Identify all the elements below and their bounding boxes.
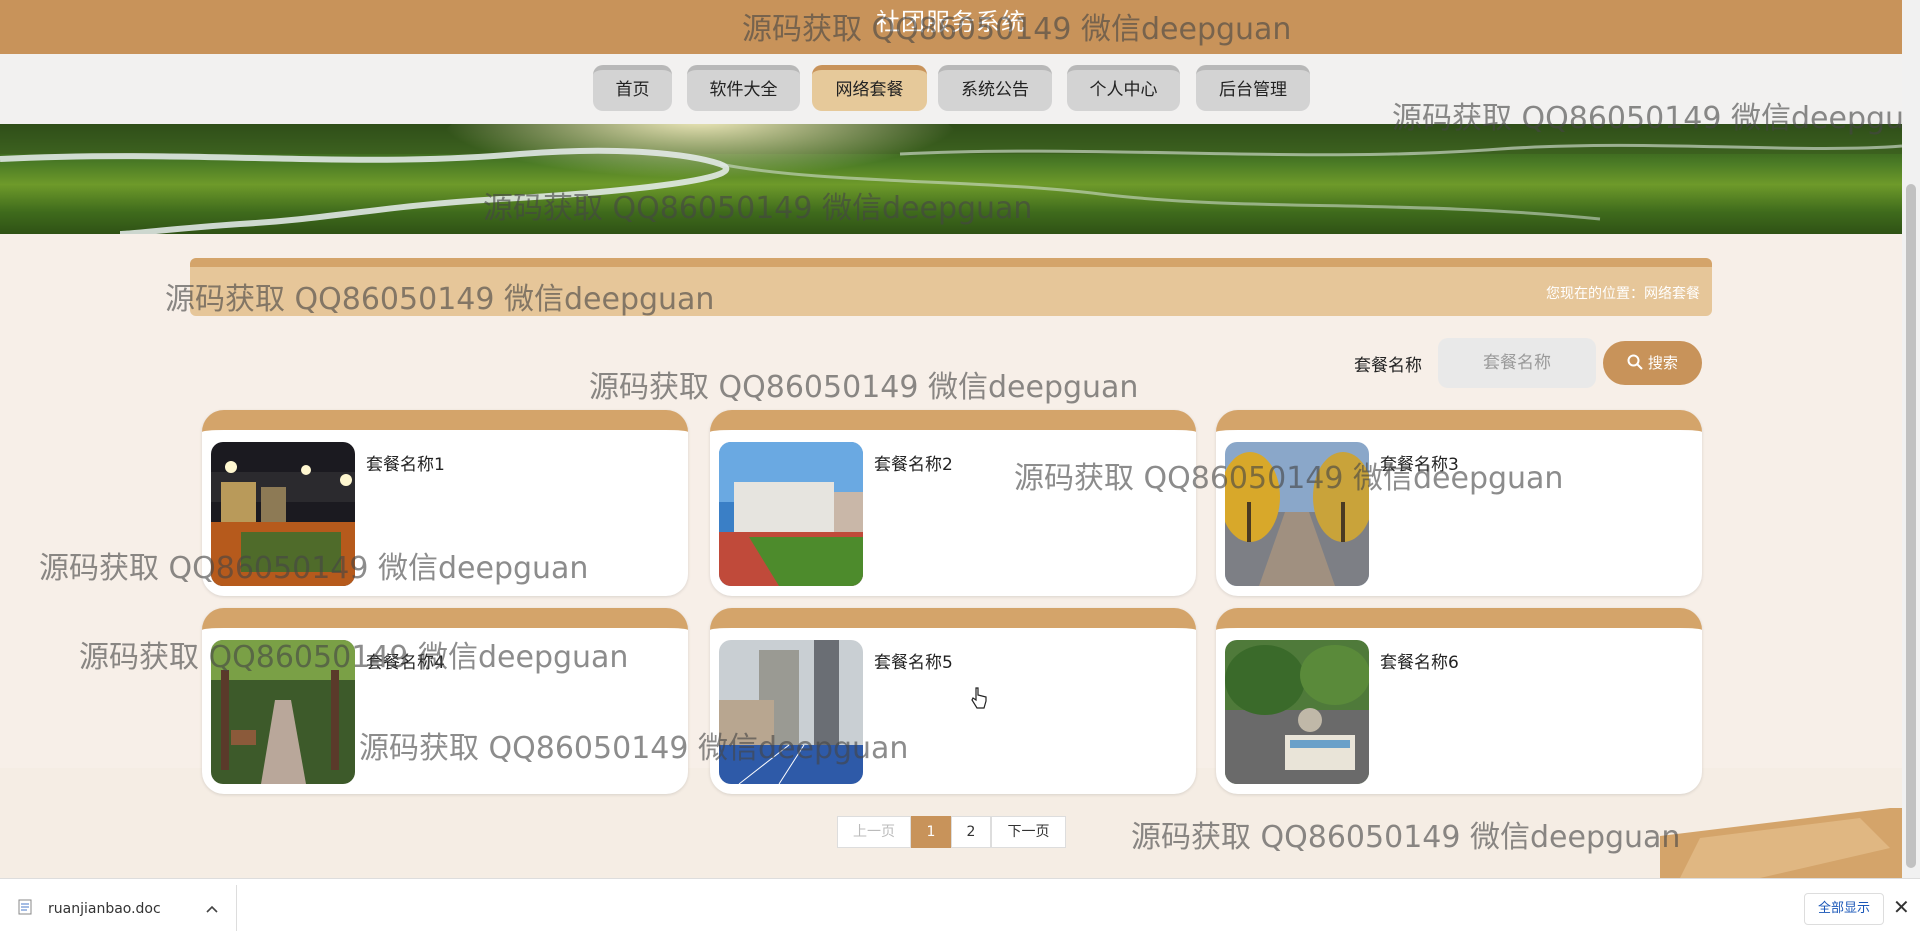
close-icon[interactable]: ✕ [1893, 895, 1910, 919]
pagination-page-2[interactable]: 2 [951, 816, 991, 848]
watermark: 源码获取 QQ86050149 微信deepguan [359, 731, 909, 766]
nav-announcements[interactable]: 系统公告 [938, 65, 1052, 111]
package-card[interactable]: 套餐名称6 [1216, 608, 1702, 794]
watermark: 源码获取 QQ86050149 微信deepguan [79, 640, 629, 675]
nav-software[interactable]: 软件大全 [687, 65, 800, 111]
watermark: 源码获取 QQ86050149 微信deepguan [483, 191, 1033, 226]
package-image[interactable] [719, 442, 863, 586]
scrollbar[interactable] [1902, 0, 1920, 878]
nav-admin[interactable]: 后台管理 [1196, 65, 1310, 111]
scrollbar-thumb[interactable] [1906, 184, 1916, 868]
chevron-up-icon[interactable] [206, 899, 218, 918]
pagination-next[interactable]: 下一页 [991, 816, 1066, 848]
breadcrumb-text: 您现在的位置：网络套餐 [1546, 286, 1700, 302]
download-filename[interactable]: ruanjianbao.doc [48, 901, 161, 917]
pagination-prev[interactable]: 上一页 [837, 816, 911, 848]
watermark: 源码获取 QQ86050149 微信deepguan [165, 282, 715, 317]
watermark: 源码获取 QQ86050149 微信deepguan [1131, 820, 1681, 855]
pagination-page-1[interactable]: 1 [911, 816, 951, 848]
search-label: 套餐名称 [1354, 356, 1422, 376]
watermark: 源码获取 QQ86050149 微信deepguan [39, 551, 589, 586]
watermark: 源码获取 QQ86050149 微信deepguan [1014, 461, 1564, 496]
mouse-cursor-icon [971, 687, 987, 709]
nav-network-package[interactable]: 网络套餐 [812, 65, 927, 111]
search-input[interactable] [1438, 338, 1596, 388]
package-name[interactable]: 套餐名称1 [366, 450, 445, 475]
search-icon [1627, 354, 1648, 372]
document-icon [18, 899, 32, 919]
download-bar: ruanjianbao.doc 全部显示 ✕ [0, 878, 1920, 938]
show-all-downloads-button[interactable]: 全部显示 [1804, 893, 1884, 925]
package-name[interactable]: 套餐名称5 [874, 648, 953, 673]
watermark: 源码获取 QQ86050149 微信deepguan [589, 370, 1139, 405]
watermark: 源码获取 QQ86050149 微信deepguan [1392, 101, 1920, 136]
package-name[interactable]: 套餐名称6 [1380, 648, 1459, 673]
package-name[interactable]: 套餐名称2 [874, 450, 953, 475]
nav-personal-center[interactable]: 个人中心 [1067, 65, 1180, 111]
divider [236, 885, 237, 931]
search-button-label: 搜索 [1647, 354, 1678, 372]
package-card[interactable]: 套餐名称3 [1216, 410, 1702, 596]
watermark: 源码获取 QQ86050149 微信deepguan [742, 12, 1292, 47]
package-card[interactable]: 套餐名称2 [710, 410, 1196, 596]
corner-decoration [1660, 808, 1902, 878]
search-button[interactable]: 搜索 [1603, 341, 1702, 385]
package-image[interactable] [1225, 640, 1369, 784]
nav-home[interactable]: 首页 [593, 65, 672, 111]
